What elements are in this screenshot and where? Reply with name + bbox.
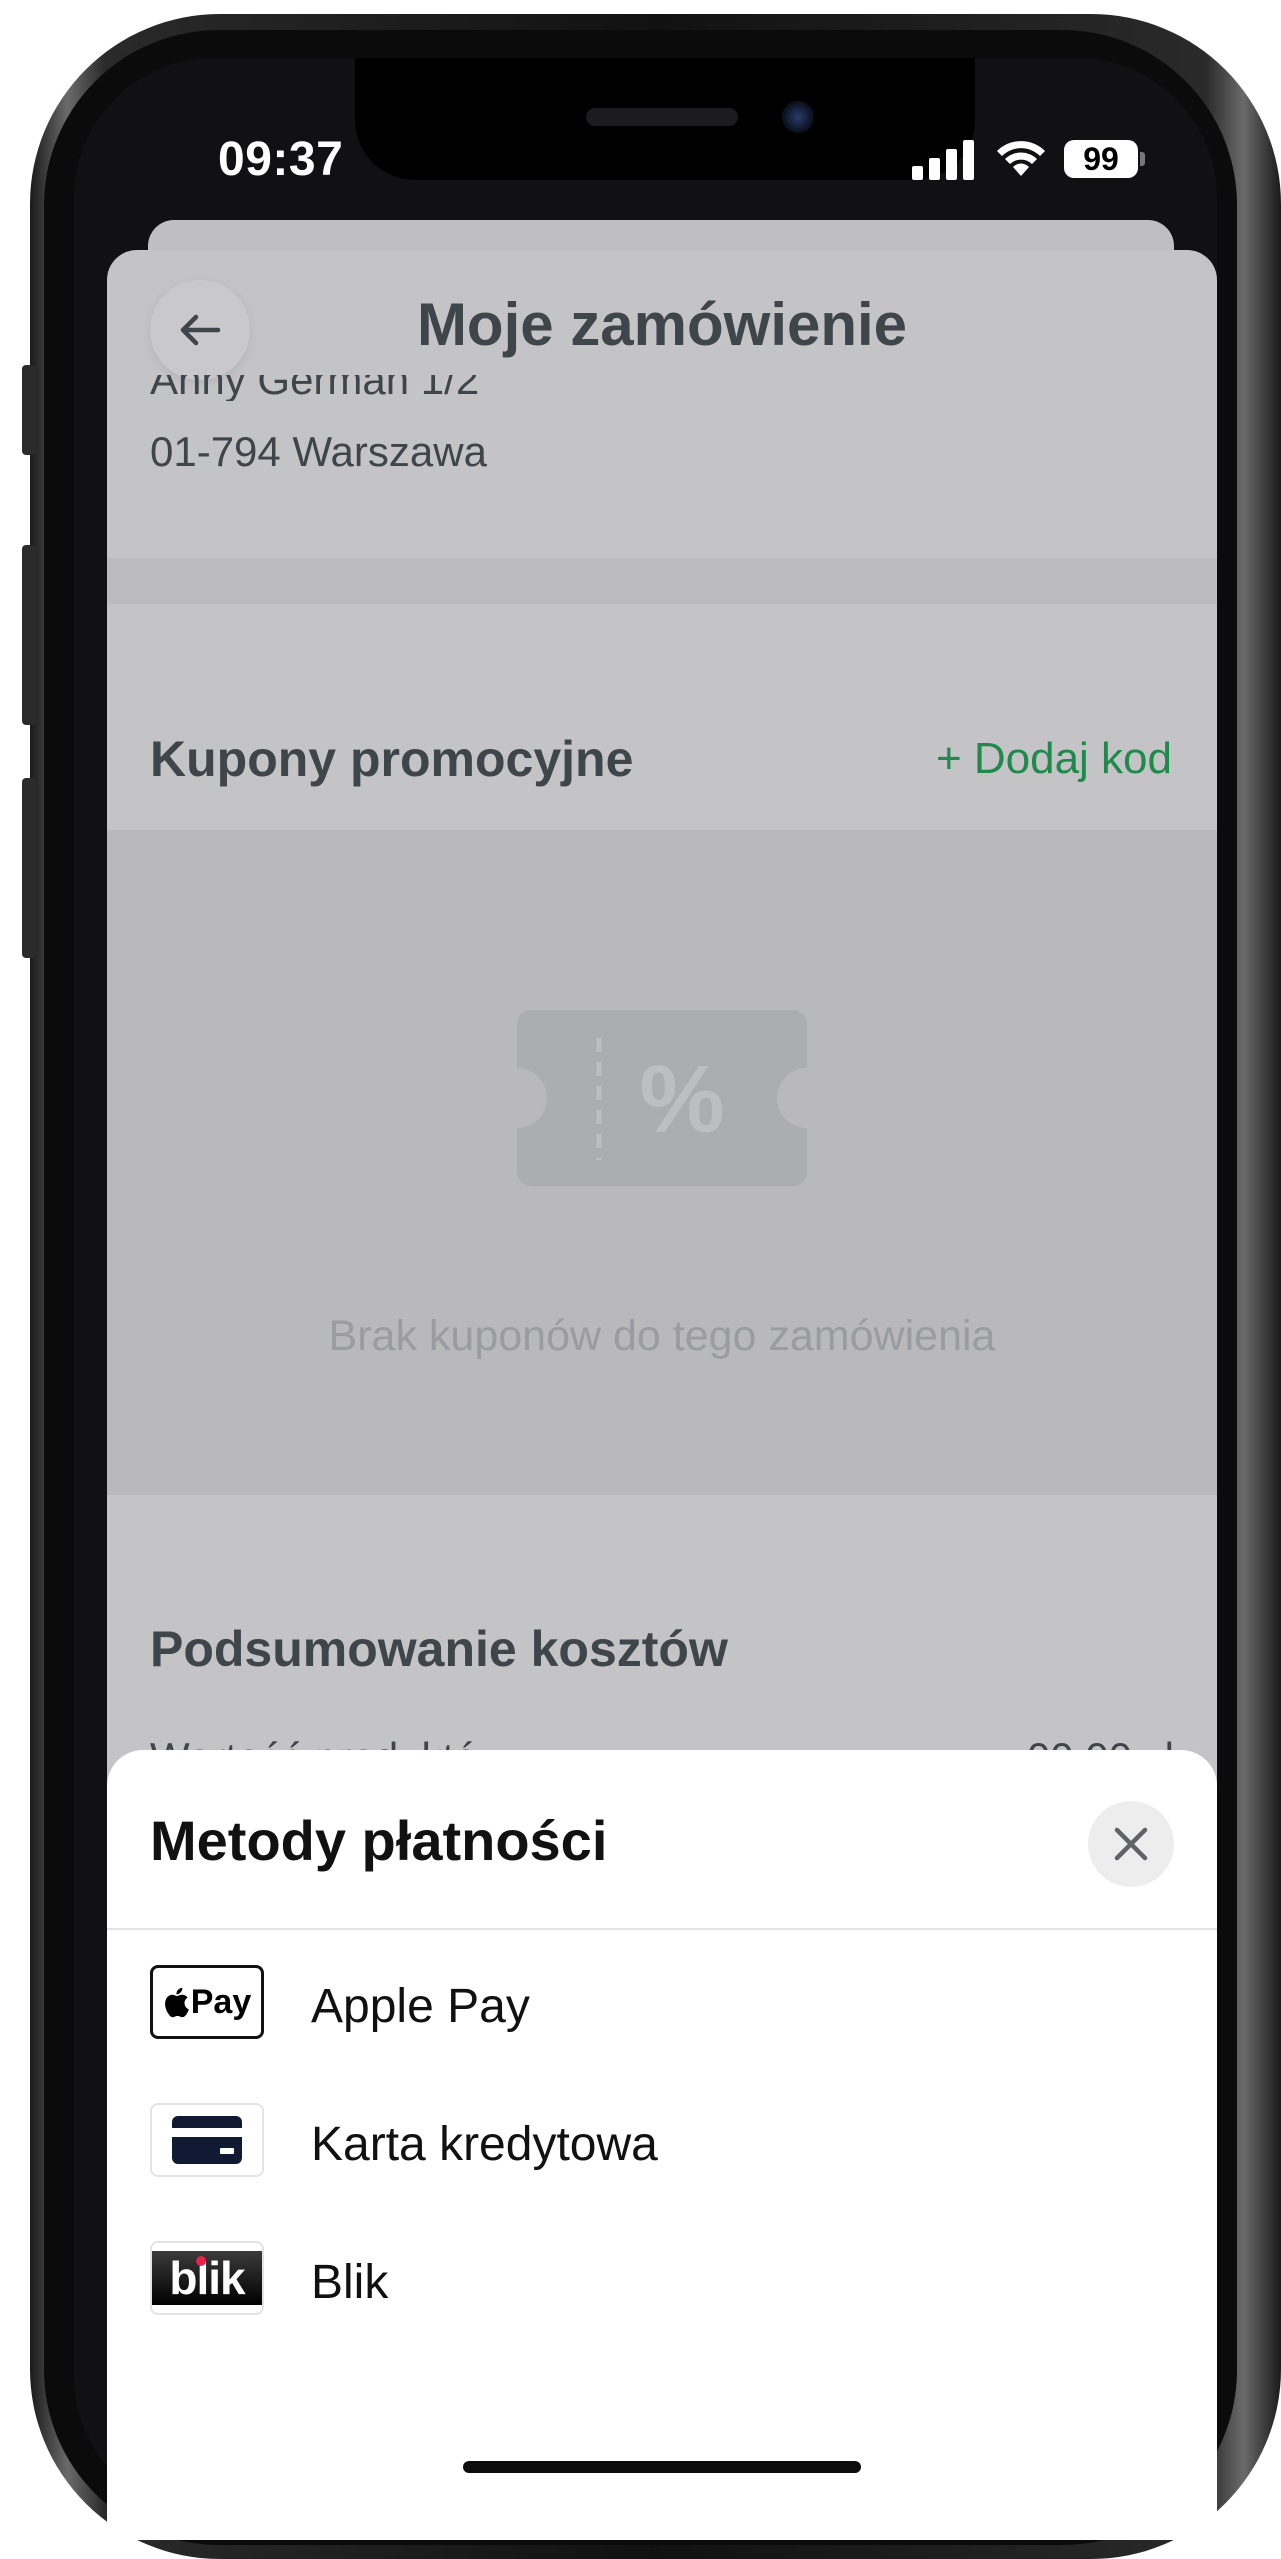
blik-icon: blik: [150, 2241, 264, 2315]
summary-title: Podsumowanie kosztów: [150, 1621, 728, 1677]
sheet-divider: [107, 1928, 1217, 1930]
coupons-empty-text: Brak kuponów do tego zamówienia: [328, 1312, 996, 1360]
summary-row-value: 00,00 zł: [1027, 1740, 1174, 1750]
mute-switch: [22, 365, 36, 455]
blik-dot: [196, 2256, 206, 2266]
speaker: [586, 108, 738, 126]
credit-card-icon: [150, 2103, 264, 2177]
coupons-title: Kupony promocyjne: [150, 731, 634, 787]
payment-method-label: Blik: [311, 2256, 389, 2309]
apple-pay-icon: Pay: [150, 1965, 264, 2039]
address-street: Anny German 1/2: [150, 375, 480, 401]
page-title: Moje zamówienie: [416, 291, 908, 358]
wifi-icon: [997, 141, 1045, 176]
close-icon: [1114, 1827, 1148, 1861]
status-time: 09:37: [218, 133, 344, 186]
svg-text:%: %: [639, 1046, 724, 1153]
coupon-icon: %: [517, 1010, 807, 1186]
add-code-link[interactable]: + Dodaj kod: [936, 734, 1172, 784]
section-divider: [107, 558, 1217, 604]
home-indicator[interactable]: [463, 2461, 861, 2473]
payment-method-apple-pay[interactable]: Pay Apple Pay: [107, 1943, 1217, 2063]
close-button[interactable]: [1088, 1801, 1174, 1887]
payment-method-credit-card[interactable]: Karta kredytowa: [107, 2081, 1217, 2201]
summary-row: Wartość produktów 00,00 zł: [150, 1740, 1174, 1750]
payment-method-blik[interactable]: blik Blik: [107, 2219, 1217, 2339]
battery-icon: 99: [1064, 140, 1138, 178]
payment-method-label: Karta kredytowa: [311, 2118, 658, 2171]
summary-row-label: Wartość produktów: [150, 1740, 508, 1750]
front-camera: [782, 101, 814, 133]
volume-up-button: [22, 545, 36, 725]
apple-logo-icon: [164, 1987, 189, 2018]
address-city: 01-794 Warszawa: [150, 428, 487, 475]
payment-method-label: Apple Pay: [311, 1980, 530, 2033]
coupons-empty-state: % Brak kuponów do tego zamówienia: [107, 830, 1217, 1495]
payment-methods-sheet: Metody płatności Pay Apple Pay Karta kre…: [107, 1750, 1217, 2540]
volume-down-button: [22, 778, 36, 958]
sheet-title: Metody płatności: [150, 1809, 608, 1872]
signal-icon: [912, 140, 974, 180]
battery-tip: [1140, 152, 1145, 166]
